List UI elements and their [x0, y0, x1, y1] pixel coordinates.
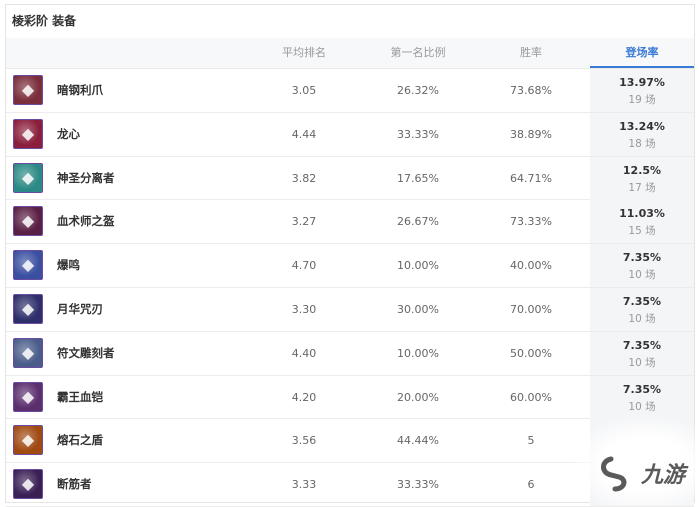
- pick-rate-value: 7.35%: [622, 251, 662, 265]
- pick-rate-cell: 11.03% 15 场: [590, 200, 694, 244]
- first-rate-value: 33.33%: [397, 478, 439, 492]
- item-name[interactable]: 熔石之盾: [57, 419, 103, 462]
- bloodmage-helm-item-icon: ◆: [13, 206, 43, 237]
- table-row[interactable]: ◆ 符文雕刻者 4.40 10.00% 50.00% 7.35% 10 场: [6, 331, 694, 376]
- avg-rank-value: 3.33: [291, 478, 317, 492]
- rune-carver-item-icon: ◆: [13, 337, 43, 368]
- dragon-heart-item-icon: ◆: [13, 118, 43, 149]
- win-rate-value: 64.71%: [510, 171, 552, 185]
- avg-rank-value: 4.20: [291, 390, 317, 404]
- pick-rate-cell: 7.35% 10 场: [590, 375, 694, 419]
- first-rate-value: 33.33%: [397, 127, 439, 141]
- pick-rate-value: 7.35%: [622, 294, 662, 308]
- first-rate-value: 17.65%: [397, 171, 439, 185]
- header-avg-rank[interactable]: 平均排名: [244, 38, 364, 68]
- win-rate-value: 38.89%: [510, 127, 552, 141]
- win-rate-value: 60.00%: [510, 390, 552, 404]
- first-rate-value: 44.44%: [397, 434, 439, 448]
- watermark-text: 九游: [640, 463, 685, 488]
- table-row[interactable]: ◆ 血术师之盔 3.27 26.67% 73.33% 11.03% 15 场: [6, 200, 694, 245]
- win-rate-value: 70.00%: [510, 302, 552, 316]
- item-name[interactable]: 霸王血铠: [57, 376, 103, 419]
- pick-rate-cell: 7.35% 10 场: [590, 287, 694, 331]
- item-name[interactable]: 血术师之盔: [57, 200, 115, 243]
- win-rate-value: 73.33%: [510, 215, 552, 229]
- item-name[interactable]: 月华咒刃: [57, 288, 103, 331]
- avg-rank-value: 4.70: [291, 259, 317, 273]
- pick-rate-value: 12.5%: [622, 163, 662, 177]
- table-row[interactable]: ◆ 霸王血铠 4.20 20.00% 60.00% 7.35% 10 场: [6, 375, 694, 420]
- first-rate-value: 20.00%: [397, 390, 439, 404]
- lunar-blade-item-icon: ◆: [13, 293, 43, 324]
- header-win-rate[interactable]: 胜率: [471, 38, 591, 68]
- active-sort-indicator: [590, 66, 694, 68]
- table-row[interactable]: ◆ 神圣分离者 3.82 17.65% 64.71% 12.5% 17 场: [6, 156, 694, 201]
- table-row[interactable]: ◆ 月华咒刃 3.30 30.00% 70.00% 7.35% 10 场: [6, 287, 694, 332]
- item-name[interactable]: 神圣分离者: [57, 157, 115, 200]
- games-count: 18 场: [628, 137, 656, 150]
- avg-rank-value: 3.82: [291, 171, 317, 185]
- divine-separator-item-icon: ◆: [13, 162, 43, 193]
- pick-rate-cell: 13.24% 18 场: [590, 112, 694, 156]
- pick-rate-cell: 13.97% 19 场: [590, 69, 694, 112]
- header-pick-rate[interactable]: 登场率: [590, 38, 694, 68]
- games-count: 10 场: [628, 312, 656, 325]
- pick-rate-value: 7.35%: [622, 338, 662, 352]
- games-count: 17 场: [628, 181, 656, 194]
- item-name[interactable]: 符文雕刻者: [57, 332, 115, 375]
- table-header: 平均排名 第一名比例 胜率 登场率: [6, 38, 694, 69]
- avg-rank-value: 4.40: [291, 346, 317, 360]
- games-count: 10 场: [628, 400, 656, 413]
- item-name[interactable]: 龙心: [57, 113, 80, 156]
- claw-item-icon: ◆: [13, 75, 43, 105]
- item-name[interactable]: 暗钢利爪: [57, 69, 103, 112]
- win-rate-value: 73.68%: [510, 84, 552, 97]
- table-row[interactable]: ◆ 暗钢利爪 3.05 26.32% 73.68% 13.97% 19 场: [6, 69, 694, 113]
- games-count: 10 场: [628, 356, 656, 369]
- pick-rate-value: 7.35%: [622, 382, 662, 396]
- pick-rate-cell: 12.5% 17 场: [590, 156, 694, 200]
- pick-rate-cell: 7.35% 10 场: [590, 244, 694, 288]
- avg-rank-value: 3.56: [291, 434, 317, 448]
- win-rate-value: 40.00%: [510, 259, 552, 273]
- avg-rank-value: 3.05: [291, 84, 317, 97]
- overlord-armor-item-icon: ◆: [13, 381, 43, 412]
- first-rate-value: 26.32%: [397, 84, 439, 97]
- games-count: 15 场: [628, 225, 656, 238]
- games-count: 19 场: [628, 94, 656, 106]
- table-row[interactable]: ◆ 龙心 4.44 33.33% 38.89% 13.24% 18 场: [6, 112, 694, 157]
- avg-rank-value: 3.27: [291, 215, 317, 229]
- first-rate-value: 30.00%: [397, 302, 439, 316]
- header-first-rate[interactable]: 第一名比例: [358, 38, 478, 68]
- avg-rank-value: 4.44: [291, 127, 317, 141]
- hamstring-item-icon: ◆: [13, 469, 43, 500]
- blast-item-icon: ◆: [13, 250, 43, 281]
- item-name[interactable]: 断筋者: [57, 463, 92, 506]
- table-row[interactable]: ◆ 爆鸣 4.70 10.00% 40.00% 7.35% 10 场: [6, 244, 694, 288]
- win-rate-value: 50.00%: [510, 346, 552, 360]
- first-rate-value: 10.00%: [397, 259, 439, 273]
- games-count: 10 场: [628, 269, 656, 282]
- item-name[interactable]: 爆鸣: [57, 244, 80, 287]
- pick-rate-value: 11.03%: [619, 207, 665, 221]
- watermark: 九游: [567, 415, 697, 505]
- avg-rank-value: 3.30: [291, 302, 317, 316]
- pick-rate-cell: 7.35% 10 场: [590, 331, 694, 375]
- pick-rate-value: 13.97%: [619, 76, 665, 89]
- pick-rate-value: 13.24%: [619, 119, 665, 133]
- panel-title: 棱彩阶 装备: [12, 14, 77, 28]
- magma-shield-item-icon: ◆: [13, 425, 43, 456]
- first-rate-value: 10.00%: [397, 346, 439, 360]
- first-rate-value: 26.67%: [397, 215, 439, 229]
